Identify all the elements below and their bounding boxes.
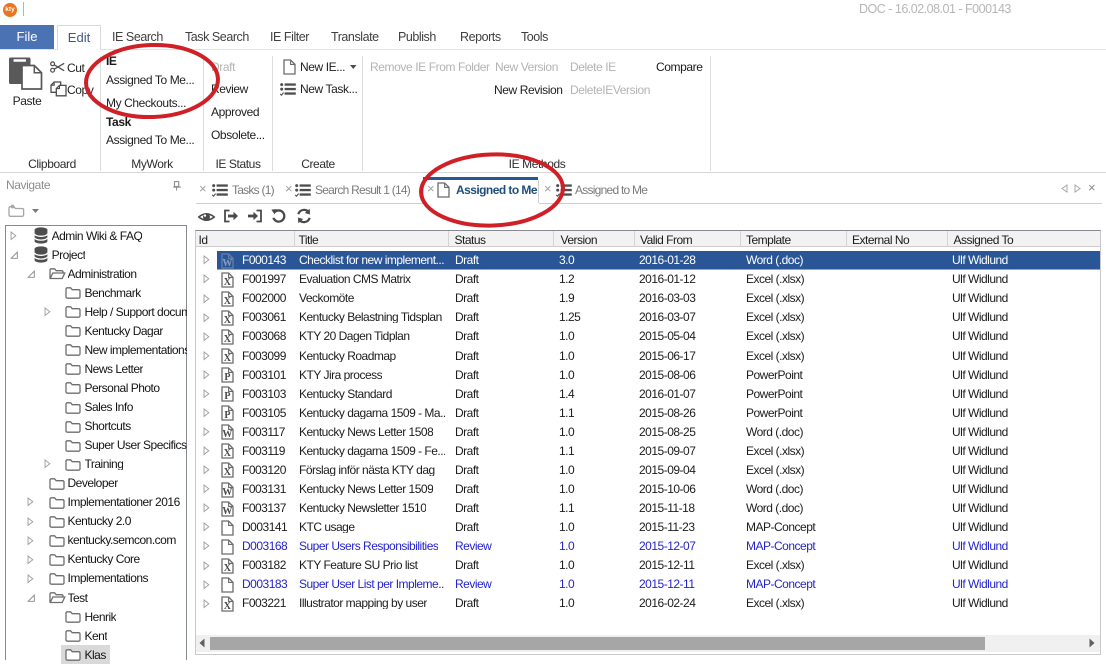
- svg-text:X: X: [224, 334, 232, 345]
- svg-text:X: X: [224, 448, 232, 459]
- svg-text:X: X: [224, 563, 232, 574]
- svg-text:W: W: [222, 257, 232, 268]
- svg-text:X: X: [224, 315, 232, 326]
- svg-text:W: W: [222, 486, 232, 497]
- svg-text:X: X: [224, 601, 232, 612]
- svg-text:P: P: [224, 391, 230, 402]
- svg-text:W: W: [222, 505, 232, 516]
- svg-text:W: W: [222, 429, 232, 440]
- svg-text:P: P: [224, 372, 230, 383]
- svg-text:X: X: [224, 353, 232, 364]
- svg-text:X: X: [224, 276, 232, 287]
- svg-text:P: P: [224, 410, 230, 421]
- svg-text:X: X: [224, 296, 232, 307]
- svg-text:X: X: [224, 467, 232, 478]
